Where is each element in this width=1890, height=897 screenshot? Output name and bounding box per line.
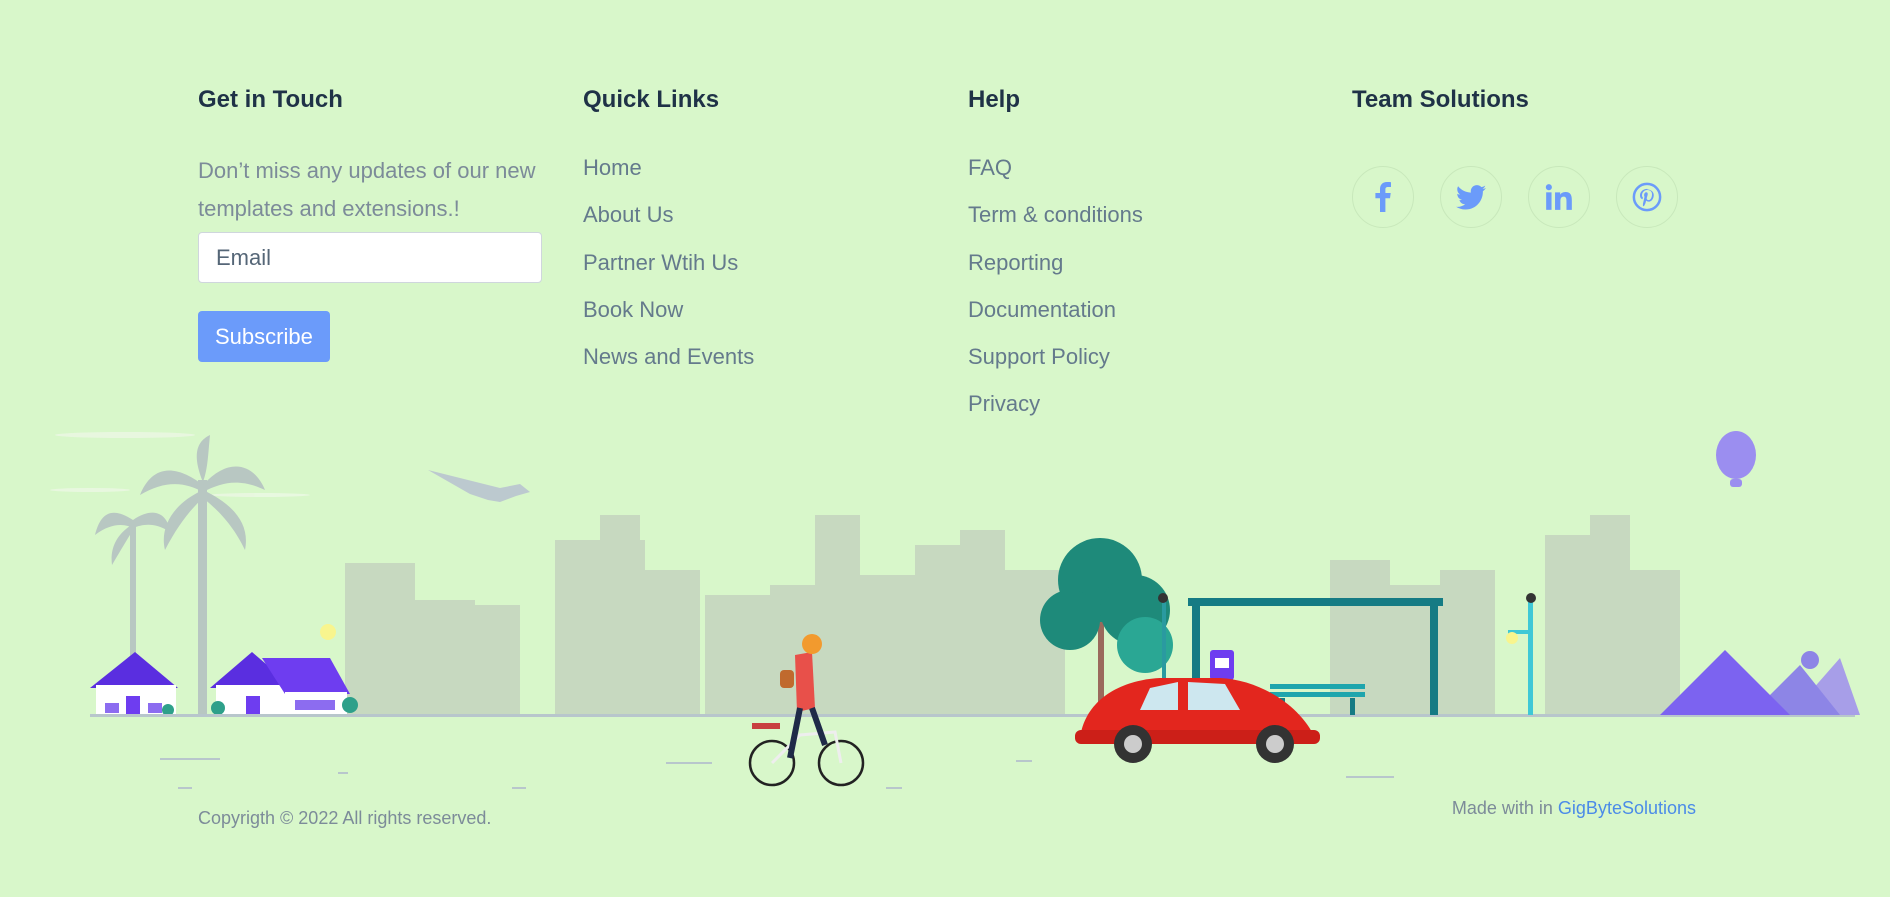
help-link-faq[interactable]: FAQ: [968, 155, 1012, 180]
facebook-icon: [1375, 182, 1391, 212]
newsletter-description-line1: Don’t miss any updates of our new: [198, 158, 536, 183]
quick-link-about-us[interactable]: About Us: [583, 202, 674, 227]
ground-line: [90, 714, 1855, 717]
made-with-text: Made with in: [1451, 798, 1553, 818]
linkedin-link[interactable]: [1528, 166, 1590, 228]
team-solutions-heading: Team Solutions: [1352, 86, 1529, 113]
quick-link-news-events[interactable]: News and Events: [583, 344, 754, 369]
copyright-text: Copyrigth © 2022 All rights reserved.: [198, 808, 492, 828]
social-links: [1352, 166, 1712, 228]
facebook-link[interactable]: [1352, 166, 1414, 228]
brand-link[interactable]: GigByteSolutions: [1558, 798, 1696, 818]
made-with-credit: Made with in GigByteSolutions: [1452, 798, 1696, 819]
help-link-reporting[interactable]: Reporting: [968, 250, 1063, 275]
quick-links-list: Home About Us Partner Wtih Us Book Now N…: [583, 144, 943, 380]
help-link-documentation[interactable]: Documentation: [968, 297, 1116, 322]
red-car-illustration: [1075, 678, 1320, 763]
help-column: Help FAQ Term & conditions Reporting Doc…: [968, 86, 1328, 428]
get-in-touch-column: Get in Touch Don’t miss any updates of o…: [198, 86, 558, 362]
linkedin-icon: [1545, 184, 1572, 210]
hot-air-balloon-icon: [1716, 431, 1756, 487]
pinterest-icon: [1632, 182, 1662, 212]
help-link-privacy[interactable]: Privacy: [968, 391, 1040, 416]
newsletter-description-line2: templates and extensions.!: [198, 196, 460, 221]
help-heading: Help: [968, 86, 1021, 113]
quick-link-partner[interactable]: Partner Wtih Us: [583, 250, 738, 275]
airplane-icon: [428, 470, 530, 502]
quick-link-book-now[interactable]: Book Now: [583, 297, 683, 322]
quick-links-column: Quick Links Home About Us Partner Wtih U…: [583, 86, 943, 380]
team-solutions-column: Team Solutions: [1352, 86, 1712, 228]
street-lamp: [1506, 593, 1536, 715]
skyline: [345, 515, 1680, 715]
quick-links-heading: Quick Links: [583, 86, 720, 113]
help-link-support-policy[interactable]: Support Policy: [968, 344, 1110, 369]
subscribe-button[interactable]: Subscribe: [198, 311, 330, 362]
help-link-terms[interactable]: Term & conditions: [968, 202, 1143, 227]
sky-streaks: [50, 432, 310, 497]
twitter-icon: [1456, 184, 1486, 209]
mountains: [1660, 650, 1860, 715]
newsletter-description: Don’t miss any updates of our new templa…: [198, 152, 538, 228]
email-input[interactable]: [198, 232, 542, 283]
get-in-touch-heading: Get in Touch: [198, 86, 343, 113]
twitter-link[interactable]: [1440, 166, 1502, 228]
city-illustration: [50, 431, 1860, 789]
pinterest-link[interactable]: [1616, 166, 1678, 228]
help-links-list: FAQ Term & conditions Reporting Document…: [968, 144, 1328, 428]
quick-link-home[interactable]: Home: [583, 155, 642, 180]
site-footer: Get in Touch Don’t miss any updates of o…: [0, 0, 1890, 897]
